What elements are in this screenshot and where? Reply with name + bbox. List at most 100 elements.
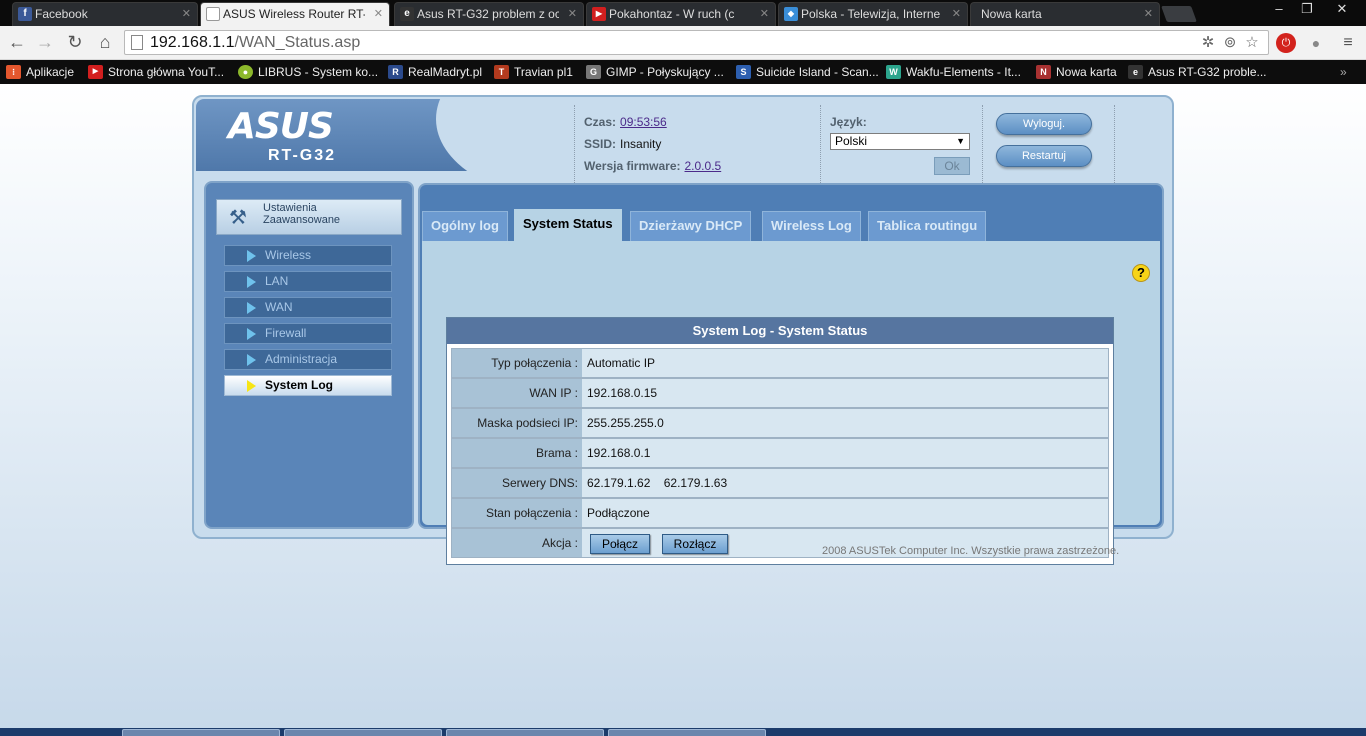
close-icon[interactable]: ✕ [182,3,191,25]
bookmark-item[interactable]: S Suicide Island - Scan... [736,63,879,81]
help-icon[interactable]: ? [1132,264,1150,282]
new-tab-button[interactable] [1161,6,1197,22]
reload-button[interactable]: ↻ [64,32,86,54]
asus-logo: ASUS [228,106,334,147]
bookmark-item[interactable]: W Wakfu-Elements - It... [886,63,1021,81]
page-icon [131,35,143,50]
browser-tab-bar: f Facebook ✕ ASUS Wireless Router RT-G ✕… [0,0,1366,26]
table-row: Typ połączenia : Automatic IP [451,348,1109,378]
close-icon[interactable]: ✕ [760,3,769,25]
doc-icon: S [736,65,751,79]
bookmark-item[interactable]: ● LIBRUS - System ko... [238,63,378,81]
sidebar-item-label: Wireless [265,248,312,262]
back-button[interactable]: ← [6,32,28,54]
table-row: Maska podsieci IP: 255.255.255.0 [451,408,1109,438]
close-icon[interactable]: ✕ [1144,3,1153,25]
close-window-button[interactable]: ✕ [1322,0,1362,20]
bookmark-label: Asus RT-G32 proble... [1148,65,1267,79]
taskbar-item[interactable] [284,729,442,736]
bookmark-item[interactable]: ▶ Strona główna YouT... [88,63,224,81]
ssid-label: SSID: [584,137,617,151]
facebook-icon: f [18,7,32,21]
bookmark-item[interactable]: N Nowa karta [1036,63,1117,81]
sidebar: ⚒ Ustawienia Zaawansowane Wireless LAN W… [204,181,414,529]
row-value: 192.168.0.1 [582,439,1108,467]
bookmark-item[interactable]: T Travian pl1 [494,63,573,81]
os-taskbar [0,728,1366,736]
language-select[interactable]: Polski ▼ [830,133,970,150]
bookmarks-overflow-icon[interactable]: » [1340,63,1347,81]
main-panel: Ogólny log System Status Dzierżawy DHCP … [418,183,1164,565]
close-icon[interactable]: ✕ [374,3,383,25]
disconnect-button[interactable]: Rozłącz [662,534,728,554]
time-link[interactable]: 09:53:56 [620,115,667,129]
table-row: WAN IP :192.168.0.15 [451,378,1109,408]
taskbar-item[interactable] [446,729,604,736]
logout-button[interactable]: Wyloguj. [996,113,1092,135]
adblock-icon[interactable]: ⏻ [1276,33,1296,53]
language-label: Język: [830,115,867,129]
bookmark-item[interactable]: G GIMP - Połyskujący ... [586,63,724,81]
taskbar-item[interactable] [608,729,766,736]
restart-button[interactable]: Restartuj [996,145,1092,167]
youtube-icon: ▶ [88,65,103,79]
browser-tab-asus-problem[interactable]: e Asus RT-G32 problem z oc ✕ [394,2,584,26]
arrow-icon [247,250,256,262]
page-viewport: ASUS RT-G32 Czas: 09:53:56 SSID: Insanity … [0,84,1366,728]
browser-toolbar: ← → ↻ ⌂ 192.168.1.1/WAN_Status.asp ✲ ⊚ ☆… [0,26,1366,60]
browser-tab-new[interactable]: Nowa karta ✕ [970,2,1160,26]
browser-tab-polska[interactable]: ◆ Polska - Telewizja, Interne ✕ [778,2,968,26]
sidebar-item-wan[interactable]: WAN [224,297,392,318]
language-selector: Język: Polski ▼ Ok [830,111,970,175]
restore-button[interactable]: ❐ [1290,0,1324,20]
bookmark-item[interactable]: R RealMadryt.pl [388,63,482,81]
forward-button[interactable]: → [34,32,56,54]
star-icon[interactable]: ☆ [1243,34,1261,52]
tab-dzierzawy-dhcp[interactable]: Dzierżawy DHCP [630,211,752,241]
model-name: RT-G32 [268,147,337,164]
tab-label: Asus RT-G32 problem z oc [417,7,559,21]
close-icon[interactable]: ✕ [952,3,961,25]
tab-ogolny-log[interactable]: Ogólny log [422,211,508,241]
taskbar-item[interactable] [122,729,280,736]
bookmark-item[interactable]: e Asus RT-G32 proble... [1128,63,1267,81]
extension-icon[interactable]: ● [1306,33,1326,53]
gimp-icon: G [586,65,601,79]
location-icon[interactable]: ⊚ [1221,34,1239,52]
language-value: Polski [835,134,868,148]
menu-icon[interactable]: ≡ [1338,33,1358,53]
bookmark-label: LIBRUS - System ko... [258,65,379,79]
arrow-icon [247,276,256,288]
divider [982,105,983,185]
wakfu-icon: W [886,65,901,79]
browser-tab-asus-router[interactable]: ASUS Wireless Router RT-G ✕ [200,2,390,26]
row-label: Stan połączenia : [452,499,582,527]
apps-icon: ⁝ [6,65,21,79]
bookmarks-bar: ⁝ Aplikacje ▶ Strona główna YouT... ● LIBRU… [0,60,1366,84]
close-icon[interactable]: ✕ [568,3,577,25]
browser-tab-facebook[interactable]: f Facebook ✕ [12,2,198,26]
home-button[interactable]: ⌂ [94,32,116,54]
sidebar-item-system-log[interactable]: System Log [224,375,392,396]
sidebar-item-wireless[interactable]: Wireless [224,245,392,266]
librus-icon: ● [238,65,253,79]
ok-button[interactable]: Ok [934,157,970,175]
address-bar[interactable]: 192.168.1.1/WAN_Status.asp ✲ ⊚ ☆ [124,30,1269,55]
sidebar-item-administracja[interactable]: Administracja [224,349,392,370]
url-path: /WAN_Status.asp [234,34,361,51]
settings-icon[interactable]: ✲ [1199,34,1217,52]
router-info: Czas: 09:53:56 SSID: Insanity Wersja firmw… [584,111,721,177]
divider [820,105,821,185]
url-host: 192.168.1.1 [150,34,235,51]
tab-wireless-log[interactable]: Wireless Log [762,211,861,241]
connect-button[interactable]: Połącz [590,534,650,554]
sidebar-item-lan[interactable]: LAN [224,271,392,292]
tab-label: Pokahontaz - W ruch (c [609,7,735,21]
tab-tablica-routingu[interactable]: Tablica routingu [868,211,987,241]
status-table-title: System Log - System Status [447,318,1113,344]
tab-system-status[interactable]: System Status [514,209,622,241]
bookmark-item[interactable]: ⁝ Aplikacje [6,63,74,81]
browser-tab-pokahontaz[interactable]: ▶ Pokahontaz - W ruch (c ✕ [586,2,776,26]
sidebar-item-firewall[interactable]: Firewall [224,323,392,344]
firmware-link[interactable]: 2.0.0.5 [685,159,722,173]
